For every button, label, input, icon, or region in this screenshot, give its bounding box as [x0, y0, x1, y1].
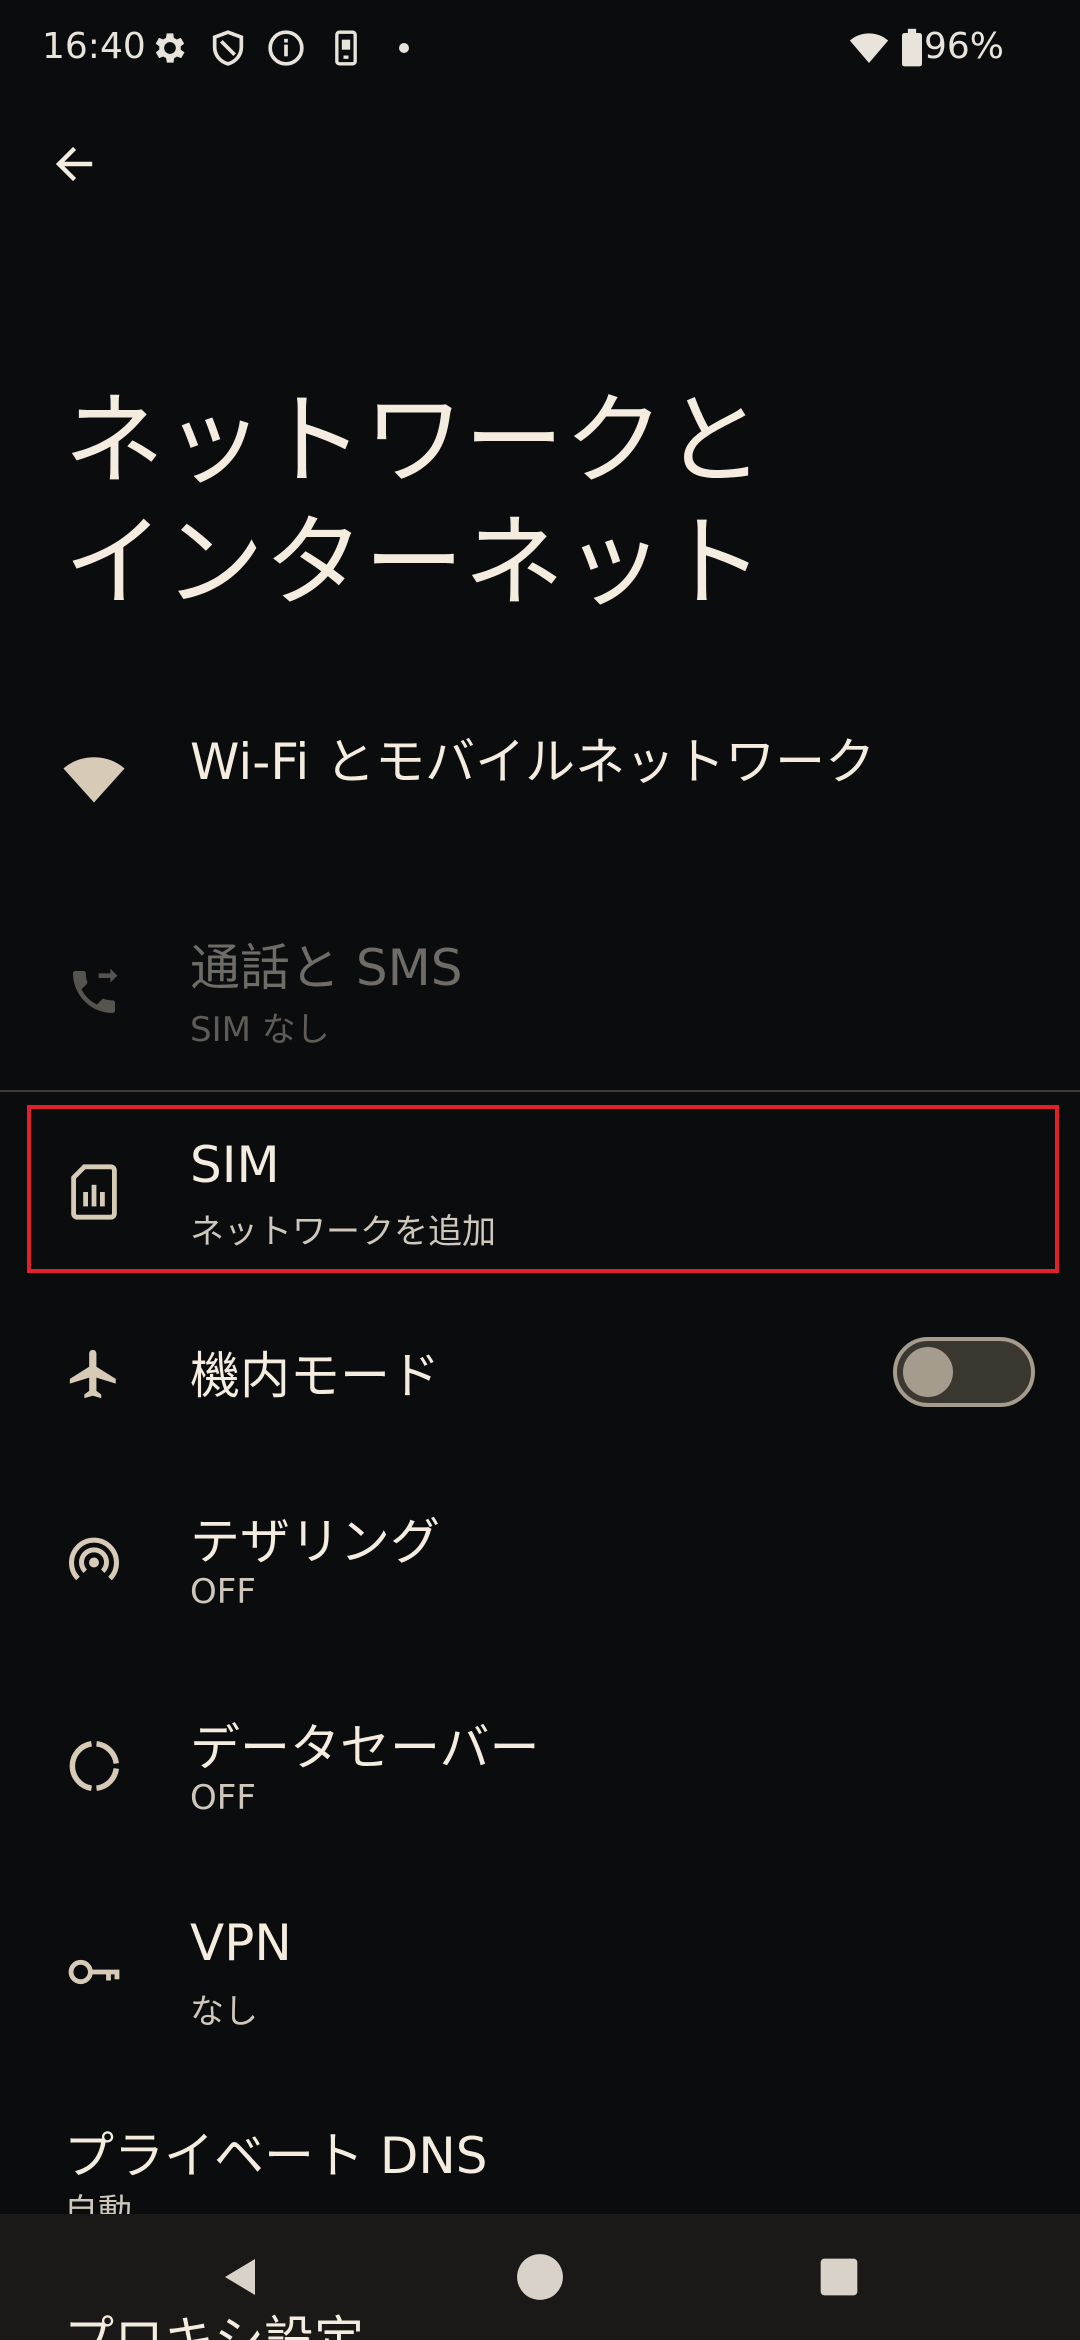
- gear-icon: [150, 28, 190, 68]
- status-time: 16:40: [42, 26, 146, 67]
- settings-item-title: Wi-Fi とモバイルネットワーク: [190, 733, 876, 791]
- settings-item-title: 通話と SMS: [190, 939, 463, 997]
- settings-item-title: テザリング: [190, 1513, 440, 1571]
- settings-item-title: プライベート DNS: [64, 2127, 488, 2185]
- settings-item-private-dns[interactable]: プライベート DNS 自動: [0, 2098, 1080, 2232]
- airplane-icon: [58, 1338, 130, 1410]
- nav-home-button[interactable]: [507, 2244, 573, 2310]
- phone-sim-icon: [326, 28, 366, 68]
- phone-forward-icon: [58, 956, 130, 1028]
- sim-card-icon: [58, 1156, 130, 1228]
- settings-item-title: 機内モード: [190, 1347, 440, 1405]
- settings-item-calls-sms[interactable]: 通話と SMS SIM なし: [0, 910, 1080, 1060]
- settings-item-subtitle: OFF: [190, 1778, 256, 1818]
- dot-icon: [384, 28, 424, 68]
- settings-item-title: SIM: [190, 1136, 280, 1194]
- airplane-mode-toggle[interactable]: [893, 1337, 1035, 1407]
- hotspot-icon: [58, 1524, 130, 1596]
- settings-item-subtitle: なし: [190, 1992, 258, 2032]
- back-button[interactable]: [40, 130, 108, 198]
- nav-back-icon: [225, 2259, 255, 2295]
- settings-item-title: データセーバー: [190, 1719, 540, 1777]
- settings-item-subtitle: ネットワークを追加: [190, 1212, 496, 1252]
- settings-item-tethering[interactable]: テザリング OFF: [0, 1480, 1080, 1640]
- wifi-icon: [58, 742, 130, 814]
- nav-recents-icon: [820, 2258, 858, 2296]
- data-saver-icon: [58, 1730, 130, 1802]
- settings-item-subtitle: OFF: [190, 1572, 256, 1612]
- nav-home-icon: [517, 2254, 563, 2300]
- settings-item-subtitle: SIM なし: [190, 1010, 330, 1050]
- shield-icon: [208, 28, 248, 68]
- settings-item-title: VPN: [190, 1914, 292, 1972]
- info-icon: [266, 28, 306, 68]
- section-divider: [0, 1090, 1080, 1092]
- settings-item-data-saver[interactable]: データセーバー OFF: [0, 1686, 1080, 1846]
- nav-recents-button[interactable]: [806, 2244, 872, 2310]
- nav-back-button[interactable]: [208, 2244, 274, 2310]
- wifi-icon: [848, 28, 889, 68]
- key-icon: [58, 1936, 130, 2008]
- battery-percentage: 96%: [923, 26, 1004, 67]
- settings-item-proxy[interactable]: プロキシ設定: [64, 2308, 364, 2340]
- settings-item-sim[interactable]: SIM ネットワークを追加: [0, 1110, 1080, 1270]
- arrow-left-icon: [55, 146, 93, 182]
- settings-item-vpn[interactable]: VPN なし: [0, 1892, 1080, 2052]
- settings-item-wifi-mobile[interactable]: Wi-Fi とモバイルネットワーク: [0, 700, 1080, 860]
- page-title: ネットワークと インターネット: [64, 382, 764, 621]
- toggle-knob: [903, 1347, 953, 1397]
- status-bar: 16:40 96%: [0, 0, 1080, 96]
